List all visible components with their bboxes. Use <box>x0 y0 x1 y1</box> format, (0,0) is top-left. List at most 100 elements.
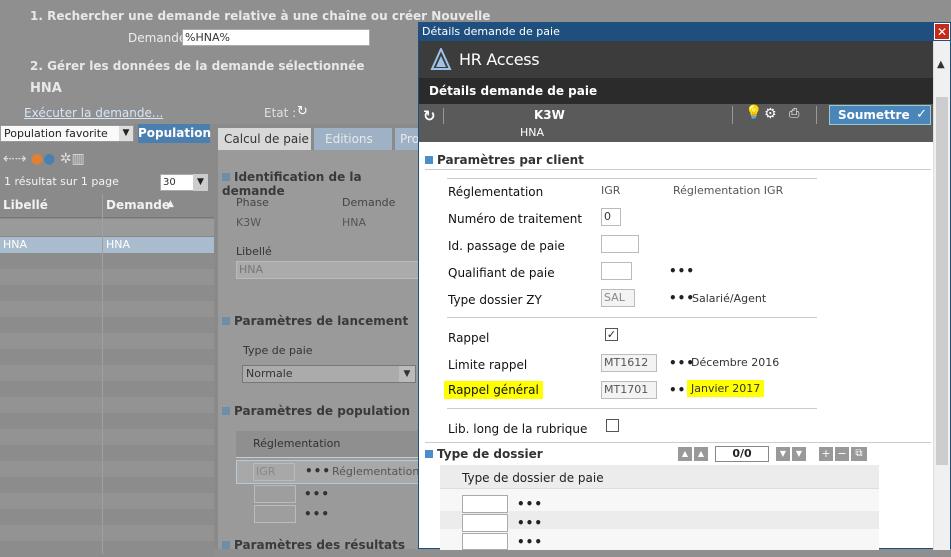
reglementation-cut-text: Réglementation <box>332 465 420 478</box>
column-libelle-header[interactable]: Libellé <box>3 198 48 212</box>
type-paie-select[interactable]: Normale ▼ <box>242 365 416 383</box>
chevron-down-icon: ▼ <box>119 126 133 141</box>
row-demande: HNA <box>106 238 131 251</box>
limite-rappel-desc: Décembre 2016 <box>691 356 780 369</box>
add-row-icon[interactable]: + <box>819 447 833 461</box>
section-bullet-icon <box>222 317 230 325</box>
close-icon[interactable]: ✕ <box>934 23 950 40</box>
type-dossier-table: Type de dossier de paie ••• ••• ••• <box>440 465 879 550</box>
type-dossier-input-3[interactable] <box>462 533 508 550</box>
first-page-icon[interactable]: ▲ <box>678 447 692 461</box>
last-page-icon[interactable]: ▼ <box>792 447 806 461</box>
dialog-header: Détails demande de paie <box>419 78 933 104</box>
resultats-title: Paramètres des résultats <box>222 538 405 552</box>
page-size-select[interactable]: 30 <box>160 174 194 191</box>
settings-icon[interactable]: ✲ <box>60 151 72 167</box>
arrow-left-icon[interactable]: ⇠ <box>3 151 15 167</box>
libelle-label: Libellé <box>236 245 272 258</box>
demande-search-input[interactable]: %HNA% <box>182 29 370 46</box>
lightbulb-icon[interactable]: 💡 <box>745 105 762 121</box>
brand-bar: HR Access <box>419 41 933 78</box>
lib-long-checkbox[interactable] <box>606 419 619 432</box>
population-input-3[interactable] <box>254 505 296 523</box>
request-code: HNA <box>520 126 545 139</box>
lookup-dots-icon[interactable]: ••• <box>517 497 543 511</box>
reglementation-label: Réglementation <box>448 185 544 199</box>
column-demande-header[interactable]: Demande <box>106 198 170 212</box>
calcul-panel: Calcul de paie Editions Pro Identificati… <box>214 124 425 552</box>
reglementation-header: Réglementation <box>236 431 420 458</box>
vertical-scrollbar[interactable]: ▲ <box>933 41 950 550</box>
etat-label: Etat : <box>264 106 297 120</box>
lookup-dots-icon[interactable]: ••• <box>517 535 543 549</box>
lookup-dots-icon[interactable]: ••• <box>517 516 543 530</box>
prev-page-icon[interactable]: ▲ <box>694 447 708 461</box>
sort-asc-icon[interactable]: ▲ <box>167 199 174 209</box>
section-bullet-icon <box>425 450 433 458</box>
population-select[interactable]: Population favorite ▼ <box>0 125 134 142</box>
population-params-title: Paramètres de population <box>222 404 410 418</box>
limite-rappel-input[interactable]: MT1612 <box>601 354 657 372</box>
gear-icon[interactable]: ⚙ <box>764 106 777 122</box>
refresh-icon[interactable]: ↻ <box>423 107 436 125</box>
scroll-thumb[interactable] <box>936 97 948 465</box>
phase-value: K3W <box>236 216 262 229</box>
rappel-label: Rappel <box>448 331 490 345</box>
type-paie-value: Normale <box>246 367 293 380</box>
type-dossier-input[interactable]: SAL <box>601 289 635 307</box>
refresh-icon[interactable]: ↻ <box>297 104 308 119</box>
selected-request-name: HNA <box>30 81 62 96</box>
igr-input[interactable]: IGR <box>253 463 295 481</box>
filter-row[interactable] <box>0 219 214 237</box>
tab-calcul-paie[interactable]: Calcul de paie <box>218 128 311 150</box>
id-passage-input[interactable] <box>601 235 639 253</box>
qualifiant-input[interactable] <box>601 262 632 280</box>
grid-icon[interactable]: ▥ <box>72 151 85 167</box>
page-size-chevron-icon[interactable]: ▼ <box>193 174 208 191</box>
demande-field-value: HNA <box>342 216 367 229</box>
hr-access-logo-icon <box>430 48 452 70</box>
population-button[interactable]: Population <box>138 124 211 143</box>
table-row[interactable]: HNA HNA <box>0 237 214 253</box>
pie-blue-icon[interactable]: ● <box>43 151 55 167</box>
dialog-header-title: Détails demande de paie <box>429 84 598 98</box>
type-dossier-input-2[interactable] <box>462 514 508 532</box>
type-paie-label: Type de paie <box>243 344 313 357</box>
execute-request-link[interactable]: Exécuter la demande... <box>24 106 163 120</box>
num-traitement-input[interactable]: 0 <box>601 208 621 226</box>
qualifiant-lookup-icon[interactable]: ••• <box>669 264 695 278</box>
population-select-value: Population favorite <box>4 127 108 140</box>
lookup-dots-icon[interactable]: ••• <box>304 487 330 501</box>
libelle-input[interactable]: HNA <box>236 261 420 279</box>
qualifiant-label: Qualifiant de paie <box>448 266 555 280</box>
population-row[interactable]: IGR ••• Réglementation <box>236 460 420 484</box>
remove-row-icon[interactable]: − <box>835 447 849 461</box>
population-panel: Population favorite ▼ Population ⇠⇢ ●● ✲… <box>0 124 214 557</box>
scroll-up-icon[interactable]: ▲ <box>937 59 945 70</box>
type-dossier-section-title: Type de dossier <box>425 447 543 461</box>
arrow-right-icon[interactable]: ⇢ <box>15 151 27 167</box>
tab-editions[interactable]: Editions <box>314 128 392 150</box>
type-dossier-input-1[interactable] <box>462 495 508 513</box>
next-page-icon[interactable]: ▼ <box>776 447 790 461</box>
lookup-dots-icon[interactable]: ••• <box>304 507 330 521</box>
printer-icon[interactable]: ⎙ <box>789 106 799 121</box>
pie-icon[interactable]: ● <box>31 151 43 167</box>
phase-code: K3W <box>534 108 565 122</box>
toolbar-icons: ⇠⇢ ●● ✲▥ <box>3 151 85 167</box>
copy-row-icon[interactable]: ⧉ <box>851 447 867 461</box>
type-dossier-desc: Salarié/Agent <box>692 292 767 305</box>
type-dossier-label: Type dossier ZY <box>448 293 542 307</box>
pager-input[interactable]: 0/0 <box>715 446 769 462</box>
rappel-general-input[interactable]: MT1701 <box>601 381 657 399</box>
reglementation-desc: Réglementation IGR <box>673 184 784 197</box>
limite-rappel-label: Limite rappel <box>448 358 528 372</box>
rappel-checkbox[interactable]: ✓ <box>605 328 618 341</box>
result-count: 1 résultat sur 1 page <box>4 175 119 188</box>
dialog-titlebar: Détails demande de paie ✕ <box>419 23 950 41</box>
section-bullet-icon <box>222 407 230 415</box>
lookup-dots-icon[interactable]: ••• <box>305 464 331 478</box>
demande-field-label: Demande <box>342 196 396 209</box>
submit-button[interactable]: Soumettre ✓ <box>829 105 931 125</box>
population-input-2[interactable] <box>254 485 296 503</box>
